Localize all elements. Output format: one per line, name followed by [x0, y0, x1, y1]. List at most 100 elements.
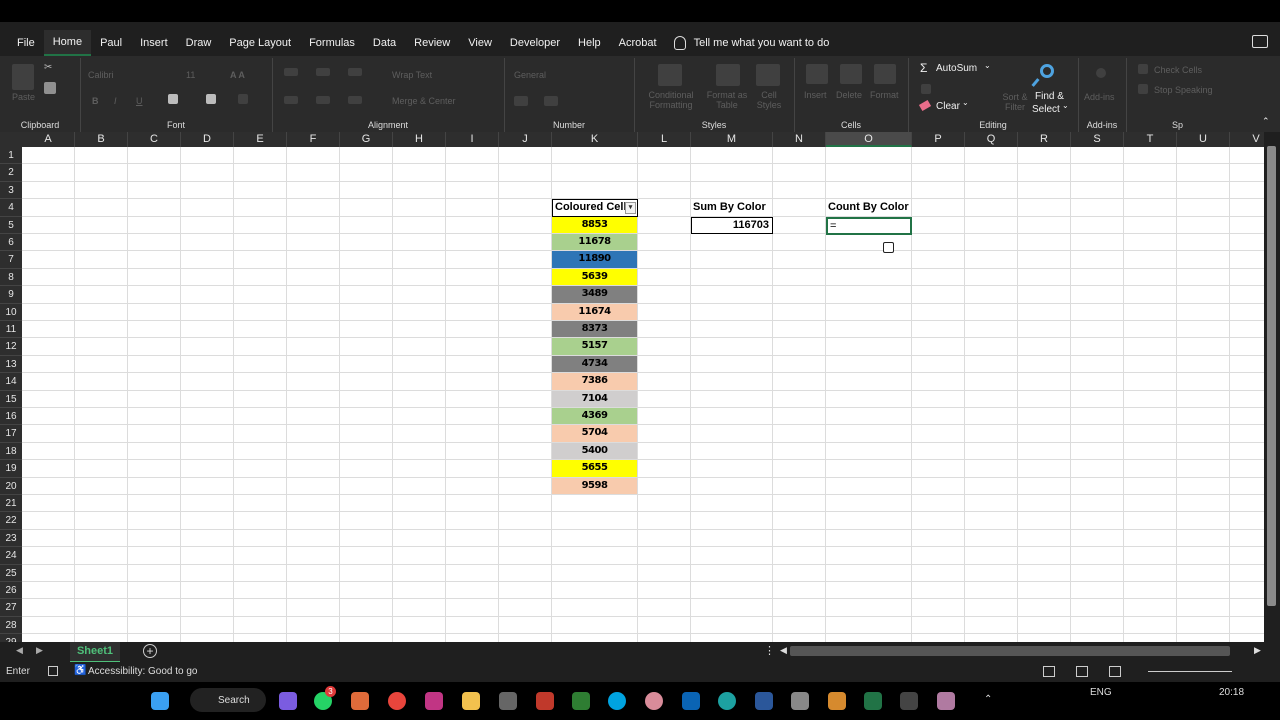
page-layout-view-icon[interactable]: [1076, 666, 1088, 677]
row-header[interactable]: 29: [0, 634, 22, 642]
align-right-icon[interactable]: [348, 96, 362, 104]
chrome-icon[interactable]: [388, 692, 406, 710]
insert-cells-button[interactable]: Insert: [804, 90, 827, 100]
outlook-icon[interactable]: [682, 692, 700, 710]
row-header[interactable]: 23: [0, 529, 22, 548]
column-header[interactable]: E: [234, 132, 287, 147]
menu-tab-view[interactable]: View: [459, 31, 501, 55]
stop-speaking-button[interactable]: Stop Speaking: [1154, 85, 1213, 95]
row-header[interactable]: 17: [0, 425, 22, 443]
windows-start-icon[interactable]: [151, 692, 169, 710]
row-header[interactable]: 6: [0, 234, 22, 252]
number-format-box[interactable]: General: [514, 70, 546, 80]
tab-split-handle-icon[interactable]: ⋮: [764, 644, 775, 657]
menu-tab-review[interactable]: Review: [405, 31, 459, 55]
row-header[interactable]: 12: [0, 338, 22, 356]
coloured-cell[interactable]: 7104: [552, 390, 637, 407]
row-header[interactable]: 8: [0, 268, 22, 287]
row-header[interactable]: 10: [0, 303, 22, 321]
instagram-icon[interactable]: [425, 692, 443, 710]
wrap-text-button[interactable]: Wrap Text: [392, 70, 432, 80]
copy-icon[interactable]: [44, 82, 56, 94]
sheet-tab-sheet1[interactable]: Sheet1: [70, 642, 120, 663]
row-header[interactable]: 18: [0, 442, 22, 461]
italic-icon[interactable]: I: [114, 96, 117, 106]
collapse-ribbon-icon[interactable]: ⌃: [1262, 116, 1270, 127]
column-header[interactable]: K: [552, 132, 638, 147]
autosum-button[interactable]: AutoSum: [936, 63, 977, 74]
coloured-cell[interactable]: 4734: [552, 355, 637, 373]
find-select-dropdown-icon[interactable]: ⌄: [1062, 101, 1069, 110]
accessibility-status[interactable]: Accessibility: Good to go: [88, 666, 198, 677]
taskbar-search[interactable]: Search: [190, 688, 266, 712]
insert-cells-icon[interactable]: [806, 64, 828, 84]
column-header[interactable]: U: [1177, 132, 1230, 147]
row-header[interactable]: 14: [0, 373, 22, 391]
app-icon-7[interactable]: [828, 692, 846, 710]
row-header[interactable]: 16: [0, 408, 22, 426]
column-header[interactable]: N: [773, 132, 826, 147]
row-header[interactable]: 5: [0, 216, 22, 234]
paste-button[interactable]: Paste: [12, 92, 35, 102]
font-size-box[interactable]: 11: [186, 70, 195, 80]
app-icon-2[interactable]: [499, 692, 517, 710]
format-as-table-button[interactable]: Format as Table: [702, 90, 752, 110]
column-header[interactable]: D: [181, 132, 234, 147]
row-header[interactable]: 22: [0, 512, 22, 530]
column-header[interactable]: T: [1124, 132, 1177, 147]
coloured-cell[interactable]: 5704: [552, 425, 637, 442]
app-icon-5[interactable]: [645, 692, 663, 710]
conditional-formatting-icon[interactable]: [658, 64, 682, 86]
bold-icon[interactable]: B: [92, 96, 99, 106]
coloured-cell[interactable]: 11678: [552, 234, 637, 251]
language-indicator[interactable]: ENG: [1090, 687, 1112, 698]
clear-dropdown-icon[interactable]: ⌄: [962, 98, 969, 107]
clear-button[interactable]: Clear: [936, 101, 960, 112]
tell-me-box[interactable]: Tell me what you want to do: [673, 36, 829, 50]
delete-cells-button[interactable]: Delete: [836, 90, 862, 100]
edge-icon[interactable]: [718, 692, 736, 710]
table-header-coloured-cell[interactable]: Coloured Cell ▾: [552, 199, 638, 217]
coloured-cell[interactable]: 3489: [552, 286, 637, 303]
menu-tab-acrobat[interactable]: Acrobat: [610, 31, 666, 55]
copilot-icon[interactable]: [279, 692, 297, 710]
column-header[interactable]: I: [446, 132, 499, 147]
sort-filter-button[interactable]: Sort & Filter: [1000, 92, 1030, 112]
check-cells-icon[interactable]: [1138, 64, 1148, 74]
select-all-corner[interactable]: [0, 132, 22, 147]
merge-center-button[interactable]: Merge & Center: [392, 96, 456, 106]
column-header[interactable]: A: [22, 132, 75, 147]
row-header[interactable]: 13: [0, 355, 22, 374]
align-center-icon[interactable]: [316, 96, 330, 104]
count-by-color-input[interactable]: =: [826, 216, 912, 235]
align-left-icon[interactable]: [284, 96, 298, 104]
column-header[interactable]: B: [75, 132, 128, 147]
app-icon-4[interactable]: [572, 692, 590, 710]
row-header[interactable]: 20: [0, 477, 22, 495]
row-header[interactable]: 9: [0, 286, 22, 304]
word-icon[interactable]: [755, 692, 773, 710]
font-color-icon[interactable]: [238, 94, 248, 104]
row-header[interactable]: 19: [0, 460, 22, 478]
coloured-cell[interactable]: 4369: [552, 408, 637, 425]
row-header[interactable]: 2: [0, 164, 22, 182]
row-header[interactable]: 7: [0, 251, 22, 269]
sum-by-color-label[interactable]: Sum By Color: [693, 199, 766, 216]
menu-tab-developer[interactable]: Developer: [501, 31, 569, 55]
column-header[interactable]: V: [1230, 132, 1264, 147]
underline-icon[interactable]: U: [136, 96, 143, 106]
spreadsheet-grid[interactable]: A B C D E F G H I J K L M N O P Q R S T U V 1 2 3 4 5 6 7 8 9 10 11 12 13 1…: [0, 132, 1264, 642]
font-name-box[interactable]: Calibri: [88, 70, 114, 80]
cell-styles-button[interactable]: Cell Styles: [750, 90, 788, 110]
coloured-cell[interactable]: 11674: [552, 303, 637, 320]
excel-icon[interactable]: [864, 692, 882, 710]
menu-tab-draw[interactable]: Draw: [177, 31, 221, 55]
column-header[interactable]: H: [393, 132, 446, 147]
format-cells-button[interactable]: Format: [870, 90, 899, 100]
format-cells-icon[interactable]: [874, 64, 896, 84]
check-cells-button[interactable]: Check Cells: [1154, 65, 1202, 75]
column-header[interactable]: J: [499, 132, 552, 147]
column-header[interactable]: L: [638, 132, 691, 147]
percent-icon[interactable]: [544, 96, 558, 106]
comments-icon[interactable]: [1252, 35, 1268, 48]
